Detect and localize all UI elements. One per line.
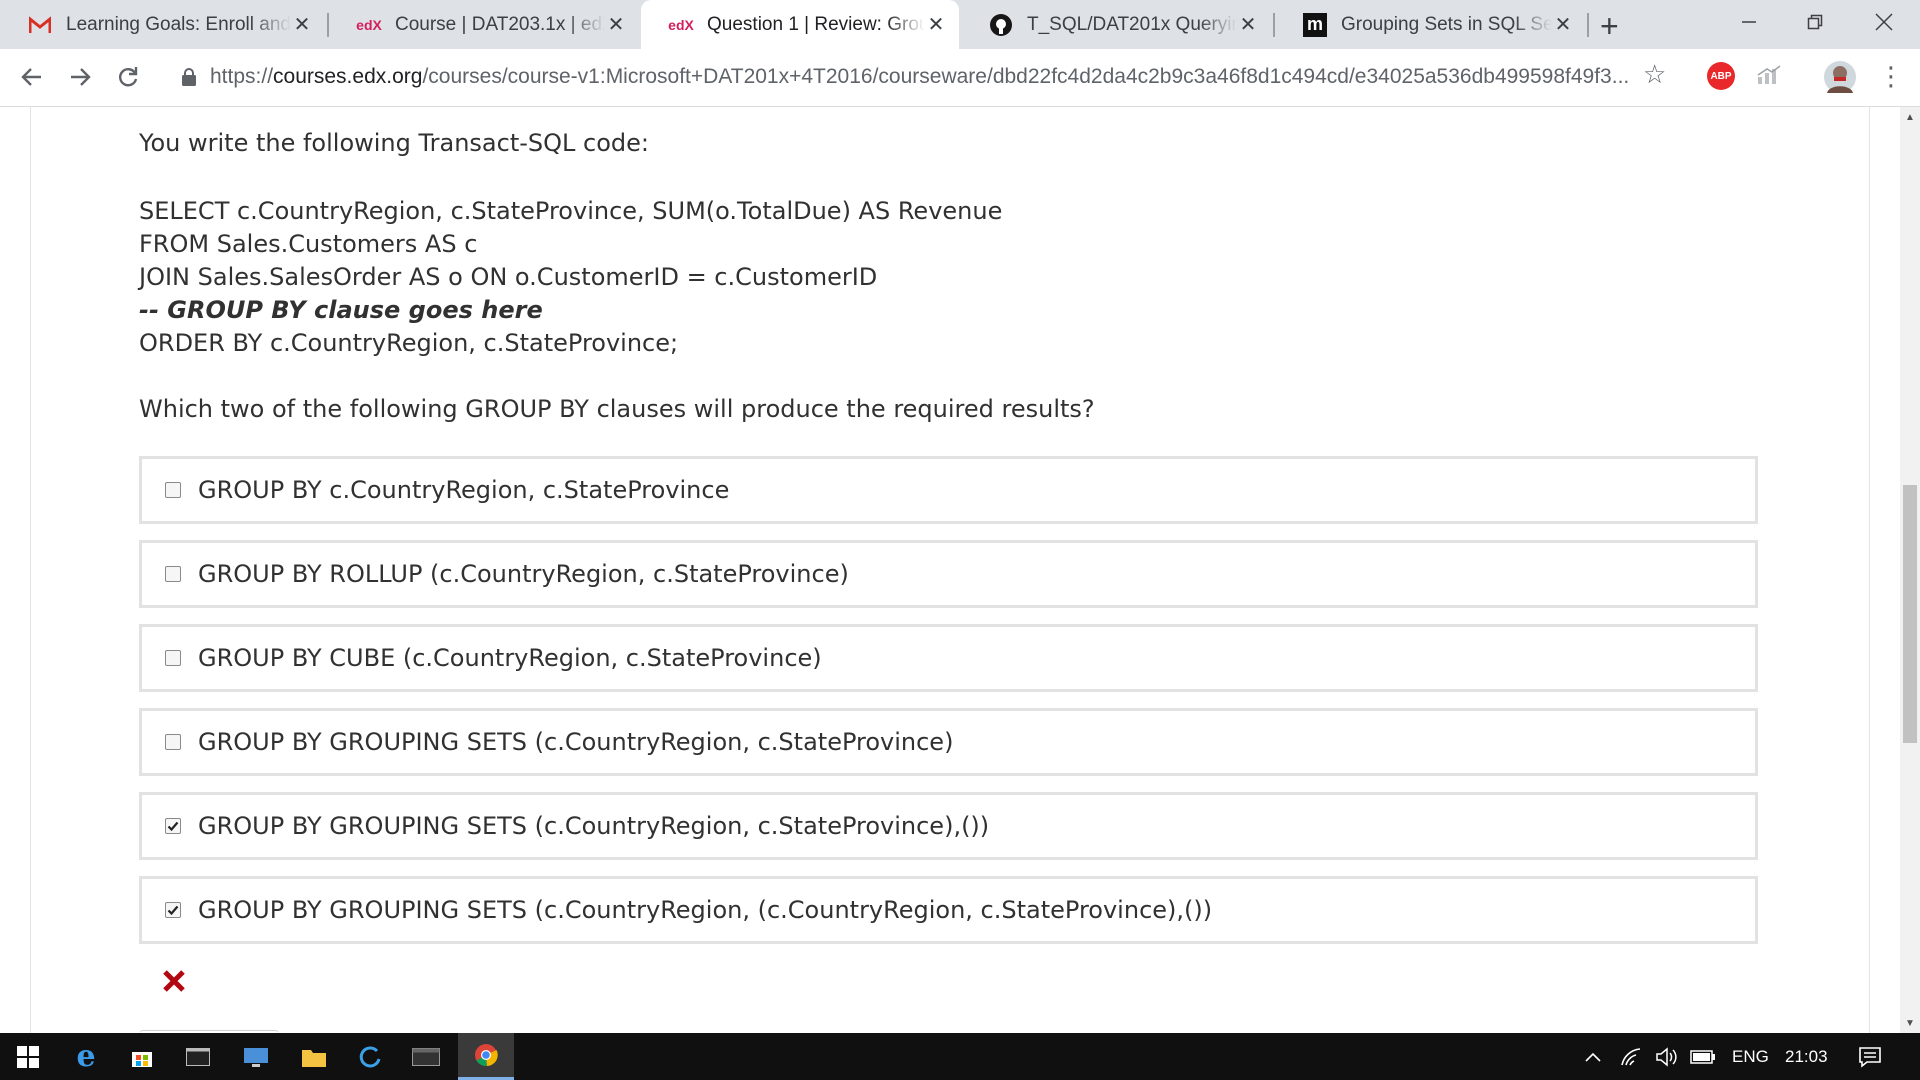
tab-github[interactable]: T_SQL/DAT201x Querying w ✕ (961, 0, 1271, 49)
profile-avatar[interactable] (1824, 61, 1856, 93)
choice-option[interactable]: GROUP BY c.CountryRegion, c.StateProvinc… (139, 456, 1758, 524)
tab-title: Learning Goals: Enroll and c (66, 13, 291, 35)
github-icon (989, 13, 1013, 37)
checkbox[interactable] (165, 818, 181, 834)
store-icon[interactable] (114, 1033, 170, 1080)
back-button[interactable] (14, 59, 50, 95)
url-path: /courses/course-v1:Microsoft+DAT201x+4T2… (422, 65, 1630, 88)
scroll-thumb[interactable] (1903, 485, 1917, 743)
checkbox[interactable] (165, 566, 181, 582)
forward-arrow-icon (71, 68, 91, 86)
battery-icon[interactable] (1690, 1033, 1716, 1080)
sql-tool-icon[interactable] (398, 1033, 454, 1080)
problem-intro: You write the following Transact-SQL cod… (139, 129, 649, 157)
tab-title: Course | DAT203.1x | edX (395, 13, 605, 35)
choice-option[interactable]: GROUP BY CUBE (c.CountryRegion, c.StateP… (139, 624, 1758, 692)
choice-option[interactable]: GROUP BY GROUPING SETS (c.CountryRegion,… (139, 792, 1758, 860)
windows-start-icon[interactable] (0, 1033, 56, 1080)
checkmark-icon (167, 821, 179, 832)
terminal-icon[interactable] (170, 1033, 226, 1080)
reload-icon (119, 67, 138, 87)
forward-button[interactable] (62, 59, 98, 95)
more-menu-icon[interactable]: ⋮ (1878, 61, 1904, 92)
tab-close-icon[interactable]: ✕ (1237, 12, 1259, 37)
tab-title: Question 1 | Review: Groupi (707, 13, 925, 35)
page-viewport: You write the following Transact-SQL cod… (0, 107, 1900, 1033)
question-text: Which two of the following GROUP BY clau… (139, 395, 1095, 423)
page-scrollbar[interactable]: ▲ ▼ (1900, 107, 1920, 1033)
tab-grouping-sets[interactable]: m Grouping Sets in SQL Serve ✕ (1275, 0, 1586, 49)
browser-toolbar: https://courses.edx.org/courses/course-v… (0, 49, 1920, 107)
edx-icon: edX (668, 16, 694, 33)
tab-title: Grouping Sets in SQL Serve (1341, 13, 1552, 35)
choice-label: GROUP BY c.CountryRegion, c.StateProvinc… (198, 476, 730, 504)
adblock-plus-icon[interactable]: ABP (1707, 62, 1735, 90)
checkbox[interactable] (165, 902, 181, 918)
url-host: courses.edx.org (273, 65, 423, 88)
lock-icon (182, 68, 196, 86)
gmail-icon (28, 13, 52, 37)
checkbox[interactable] (165, 482, 181, 498)
extension-icon[interactable] (1757, 65, 1783, 87)
tab-edx-question[interactable]: edX Question 1 | Review: Groupi ✕ (641, 0, 959, 49)
tab-title: T_SQL/DAT201x Querying w (1027, 13, 1237, 35)
tab-close-icon[interactable]: ✕ (925, 12, 947, 37)
code-line: SELECT c.CountryRegion, c.StateProvince,… (139, 197, 1003, 225)
choice-label: GROUP BY GROUPING SETS (c.CountryRegion,… (198, 812, 990, 840)
address-bar[interactable]: https://courses.edx.org/courses/course-v… (160, 57, 1660, 97)
app-refresh-icon[interactable] (342, 1033, 398, 1080)
url-scheme: https:// (210, 65, 274, 88)
tab-gmail[interactable]: Learning Goals: Enroll and c ✕ (0, 0, 325, 49)
restore-icon[interactable] (1787, 0, 1843, 44)
file-explorer-icon[interactable] (286, 1033, 342, 1080)
tab-strip: Learning Goals: Enroll and c ✕ edX Cours… (0, 0, 1920, 49)
choice-label: GROUP BY GROUPING SETS (c.CountryRegion,… (198, 896, 1213, 924)
scroll-up-arrow-icon[interactable]: ▲ (1900, 107, 1920, 127)
m-icon: m (1303, 12, 1327, 37)
checkbox[interactable] (165, 734, 181, 750)
close-window-icon[interactable] (1856, 0, 1912, 44)
chrome-icon[interactable] (458, 1033, 514, 1080)
back-arrow-icon (21, 68, 41, 86)
minimize-icon[interactable] (1721, 0, 1777, 44)
choice-label: GROUP BY CUBE (c.CountryRegion, c.StateP… (198, 644, 822, 672)
choice-label: GROUP BY GROUPING SETS (c.CountryRegion,… (198, 728, 954, 756)
code-comment: -- GROUP BY clause goes here (139, 296, 543, 324)
tray-chevron-icon[interactable] (1584, 1033, 1602, 1080)
choice-option[interactable]: GROUP BY ROLLUP (c.CountryRegion, c.Stat… (139, 540, 1758, 608)
incorrect-x-icon (162, 967, 186, 1001)
scroll-down-arrow-icon[interactable]: ▼ (1900, 1013, 1920, 1033)
tab-separator (1587, 13, 1589, 37)
tab-edx-course[interactable]: edX Course | DAT203.1x | edX ✕ (329, 0, 639, 49)
bookmark-star-icon[interactable]: ☆ (1643, 59, 1666, 90)
network-icon[interactable] (1620, 1033, 1644, 1080)
remote-desktop-icon[interactable] (228, 1033, 284, 1080)
language-indicator[interactable]: ENG (1732, 1033, 1769, 1080)
edge-icon[interactable]: e (58, 1033, 114, 1080)
notifications-icon[interactable] (1858, 1033, 1882, 1080)
reload-button[interactable] (110, 59, 146, 95)
code-line: JOIN Sales.SalesOrder AS o ON o.Customer… (139, 263, 878, 291)
clock-time[interactable]: 21:03 (1785, 1033, 1828, 1080)
tab-close-icon[interactable]: ✕ (1552, 12, 1574, 37)
edx-icon: edX (356, 16, 382, 33)
checkbox[interactable] (165, 650, 181, 666)
volume-icon[interactable] (1655, 1033, 1679, 1080)
checkmark-icon (167, 905, 179, 916)
choice-option[interactable]: GROUP BY GROUPING SETS (c.CountryRegion,… (139, 708, 1758, 776)
new-tab-button[interactable]: + (1600, 8, 1619, 45)
choice-label: GROUP BY ROLLUP (c.CountryRegion, c.Stat… (198, 560, 849, 588)
choice-option[interactable]: GROUP BY GROUPING SETS (c.CountryRegion,… (139, 876, 1758, 944)
code-line: FROM Sales.Customers AS c (139, 230, 478, 258)
tab-close-icon[interactable]: ✕ (291, 12, 313, 37)
tab-close-icon[interactable]: ✕ (605, 12, 627, 37)
code-line: ORDER BY c.CountryRegion, c.StateProvinc… (139, 329, 679, 357)
windows-taskbar: e ENG 21:03 (0, 1033, 1920, 1080)
